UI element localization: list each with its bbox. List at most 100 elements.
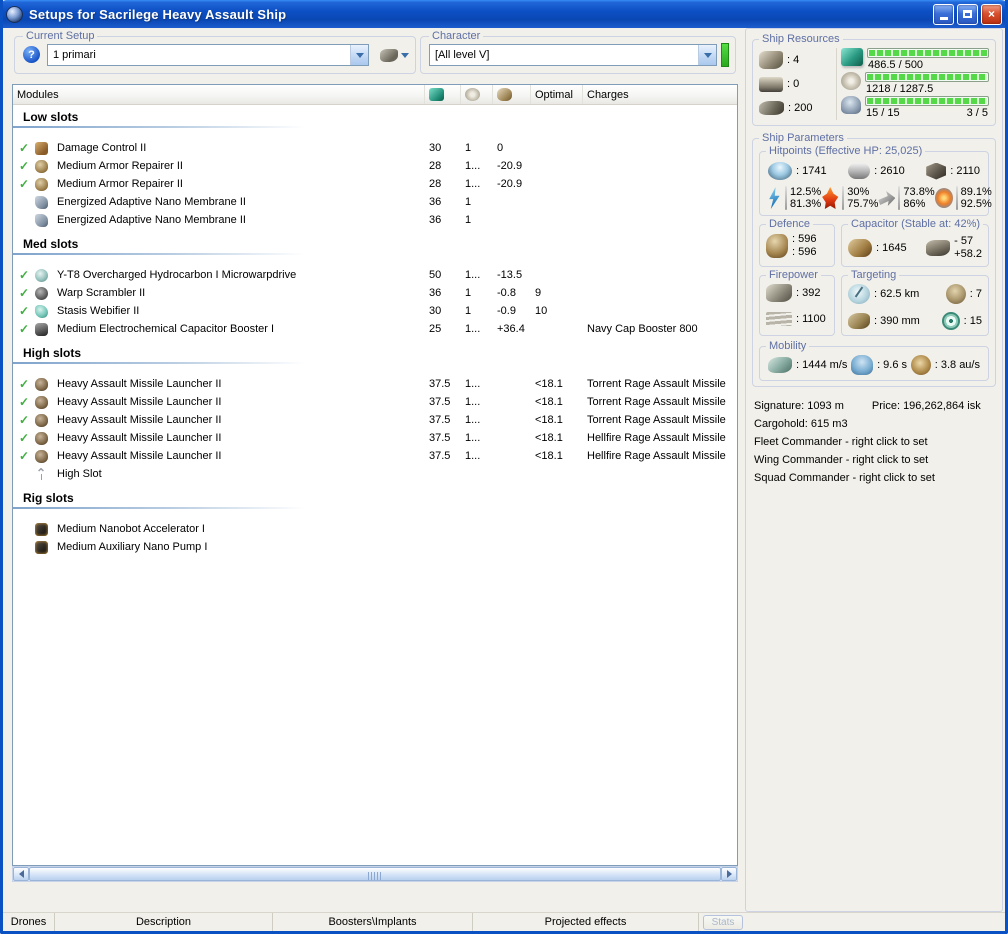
stats-button[interactable]: Stats [703, 914, 743, 930]
help-icon[interactable]: ? [23, 46, 40, 63]
dps-value: : 392 [796, 287, 821, 299]
capacitor-column-header[interactable] [493, 85, 531, 104]
fitted-check-icon: ✓ [18, 377, 30, 391]
cell-capacitor: -20.9 [497, 178, 523, 190]
module-row[interactable]: ✓ Stasis Webifier II 30 1 -0.9 10 [13, 302, 737, 320]
setup-tools-button[interactable] [377, 44, 411, 66]
thermal-resist-armor: 75.7% [847, 198, 879, 210]
max-targets-value: : 7 [969, 288, 982, 300]
close-button[interactable]: × [981, 3, 1002, 25]
module-name: Damage Control II [57, 142, 147, 154]
modules-column-header[interactable]: Modules [13, 85, 425, 104]
scroll-right-button[interactable] [721, 867, 737, 881]
horizontal-scrollbar[interactable] [12, 866, 738, 882]
capacitor-amount: : 1645 [876, 242, 907, 254]
cell-cpu: 25 [429, 323, 442, 335]
squad-commander-text[interactable]: Squad Commander - right click to set [754, 469, 996, 487]
powergrid-usage-text: 1218 / 1287.5 [866, 83, 934, 95]
title-bar[interactable]: Setups for Sacrilege Heavy Assault Ship … [0, 0, 1008, 28]
module-row[interactable]: ✓ Medium Armor Repairer II 28 1... -20.9 [13, 157, 737, 175]
bottom-tab-bar: Drones Description Boosters\Implants Pro… [3, 912, 1005, 931]
powergrid-icon [465, 88, 480, 101]
optimal-column-header[interactable]: Optimal [531, 85, 583, 104]
thermal-resist-icon [822, 187, 839, 209]
module-name: Heavy Assault Missile Launcher II [57, 396, 222, 408]
cell-powergrid: 1... [465, 414, 481, 426]
module-row[interactable]: ✓ Heavy Assault Missile Launcher II 37.5… [13, 447, 737, 465]
setup-combobox[interactable]: 1 primari [47, 44, 369, 66]
module-name: Y-T8 Overcharged Hydrocarbon I Microwarp… [57, 269, 297, 281]
ship-parameters-group: Ship Parameters Hitpoints (Effective HP:… [752, 132, 996, 387]
cell-powergrid: 1... [465, 178, 481, 190]
minimize-button[interactable] [933, 3, 954, 25]
maximize-icon [963, 10, 972, 18]
fleet-commander-text[interactable]: Fleet Commander - right click to set [754, 433, 996, 451]
cell-capacitor: +36.4 [497, 323, 525, 335]
section-rule [13, 362, 305, 364]
scrollbar-grip-icon [368, 872, 382, 880]
targeting-range-icon [848, 284, 870, 304]
character-combobox-dropdown-button[interactable] [698, 45, 716, 65]
powergrid-column-header[interactable] [461, 85, 493, 104]
chevron-down-icon [355, 52, 364, 58]
em-resist-icon [769, 187, 780, 209]
ship-parameters-label: Ship Parameters [759, 132, 847, 144]
module-row[interactable]: ✓ Heavy Assault Missile Launcher II 37.5… [13, 375, 737, 393]
armor-repairer-icon [35, 177, 48, 191]
cell-powergrid: 1... [465, 160, 481, 172]
section-rule [13, 253, 305, 255]
module-name: Medium Electrochemical Capacitor Booster… [57, 323, 275, 335]
maximize-button[interactable] [957, 3, 978, 25]
cpu-column-header[interactable] [425, 85, 461, 104]
module-row[interactable]: ✓ Medium Electrochemical Capacitor Boost… [13, 320, 737, 338]
module-row[interactable]: ✓ Damage Control II 30 1 0 [13, 139, 737, 157]
dps-icon [766, 284, 792, 302]
cell-optimal: <18.1 [535, 432, 563, 444]
module-row[interactable]: Energized Adaptive Nano Membrane II 36 1 [13, 193, 737, 211]
max-targets-icon [945, 284, 966, 304]
current-setup-label: Current Setup [23, 30, 98, 42]
tab-drones[interactable]: Drones [3, 913, 55, 931]
scroll-left-button[interactable] [13, 867, 29, 881]
missile-launcher-icon [35, 413, 48, 427]
module-row[interactable]: Energized Adaptive Nano Membrane II 36 1 [13, 211, 737, 229]
mobility-group: Mobility : 1444 m/s : 9.6 s : 3.8 au/s [759, 340, 989, 381]
nano-membrane-icon [35, 213, 48, 227]
missile-launcher-icon [35, 395, 48, 409]
max-velocity-value: : 1444 m/s [796, 359, 848, 371]
tab-projected-effects[interactable]: Projected effects [473, 913, 699, 931]
volley-icon [766, 312, 792, 326]
defence-group: Defence : 596: 596 [759, 218, 835, 267]
character-status-indicator [721, 43, 729, 67]
module-name: Medium Auxiliary Nano Pump I [57, 541, 208, 553]
modules-table-header[interactable]: Modules Optimal Charges [13, 85, 737, 105]
module-row[interactable]: High Slot [13, 465, 737, 483]
warp-scrambler-icon [35, 286, 48, 300]
tab-boosters-implants[interactable]: Boosters\Implants [273, 913, 473, 931]
charges-column-header[interactable]: Charges [583, 85, 737, 104]
module-row[interactable]: ✓ Heavy Assault Missile Launcher II 37.5… [13, 429, 737, 447]
setup-combobox-dropdown-button[interactable] [350, 45, 368, 65]
tab-description[interactable]: Description [55, 913, 273, 931]
character-combobox[interactable]: [All level V] [429, 44, 717, 66]
module-row[interactable]: ✓ Warp Scrambler II 36 1 -0.8 9 [13, 284, 737, 302]
modules-table: Modules Optimal Charges Low slots ✓ Dama… [12, 84, 738, 866]
cell-powergrid: 1 [465, 287, 472, 299]
module-row[interactable]: ✓ Heavy Assault Missile Launcher II 37.5… [13, 393, 737, 411]
arrow-right-icon [726, 870, 732, 878]
section-rows: Medium Nanobot Accelerator I Medium Auxi… [13, 520, 737, 556]
wing-commander-text[interactable]: Wing Commander - right click to set [754, 451, 996, 469]
module-row[interactable]: ✓ Medium Armor Repairer II 28 1... -20.9 [13, 175, 737, 193]
module-row[interactable]: Medium Nanobot Accelerator I [13, 520, 737, 538]
module-row[interactable]: ✓ Heavy Assault Missile Launcher II 37.5… [13, 411, 737, 429]
scrollbar-thumb[interactable] [29, 867, 721, 881]
cell-charges: Hellfire Rage Assault Missile [587, 450, 726, 462]
module-row[interactable]: ✓ Y-T8 Overcharged Hydrocarbon I Microwa… [13, 266, 737, 284]
explosive-resist-icon [934, 188, 953, 208]
calibration-bar [865, 96, 989, 106]
cell-charges: Torrent Rage Assault Missile [587, 396, 726, 408]
capacitor-icon [848, 239, 872, 257]
module-row[interactable]: Medium Auxiliary Nano Pump I [13, 538, 737, 556]
module-name: Medium Armor Repairer II [57, 178, 183, 190]
section-rows: ✓ Heavy Assault Missile Launcher II 37.5… [13, 375, 737, 483]
